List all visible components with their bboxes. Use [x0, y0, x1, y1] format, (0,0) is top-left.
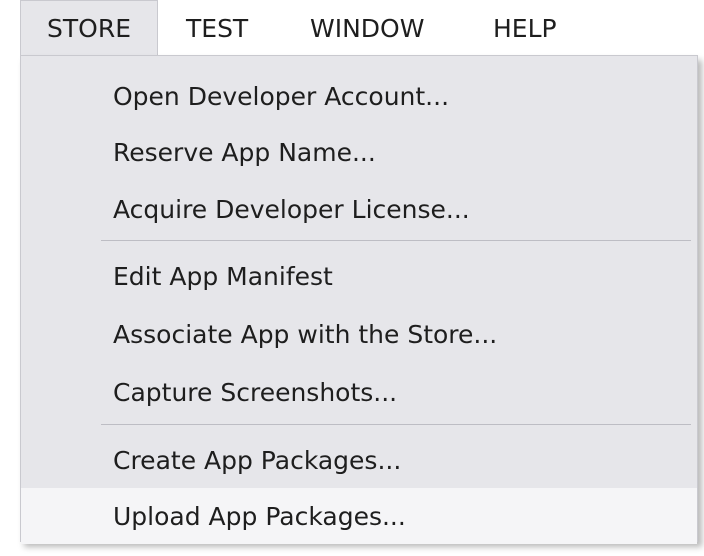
- menu-help[interactable]: HELP: [493, 0, 557, 56]
- menu-item-create-app-packages[interactable]: Create App Packages...: [21, 432, 697, 488]
- menu-window[interactable]: WINDOW: [310, 0, 424, 56]
- menu-separator: [101, 424, 691, 425]
- store-dropdown-menu: Open Developer Account... Reserve App Na…: [20, 55, 698, 544]
- menu-test[interactable]: TEST: [186, 0, 248, 56]
- menu-separator: [101, 240, 691, 241]
- menu-bar: STORE TEST WINDOW HELP: [0, 0, 704, 56]
- menu-item-reserve-app-name[interactable]: Reserve App Name...: [21, 124, 697, 180]
- menu-item-associate-app-with-store[interactable]: Associate App with the Store...: [21, 306, 697, 362]
- menu-store[interactable]: STORE: [20, 0, 158, 56]
- screenshot-root: STORE TEST WINDOW HELP Open Developer Ac…: [0, 0, 704, 556]
- menu-item-open-developer-account[interactable]: Open Developer Account...: [21, 68, 697, 124]
- menu-item-acquire-developer-license[interactable]: Acquire Developer License...: [21, 181, 697, 237]
- menu-item-capture-screenshots[interactable]: Capture Screenshots...: [21, 364, 697, 420]
- menu-item-upload-app-packages[interactable]: Upload App Packages...: [21, 488, 697, 544]
- menu-item-edit-app-manifest[interactable]: Edit App Manifest: [21, 248, 697, 304]
